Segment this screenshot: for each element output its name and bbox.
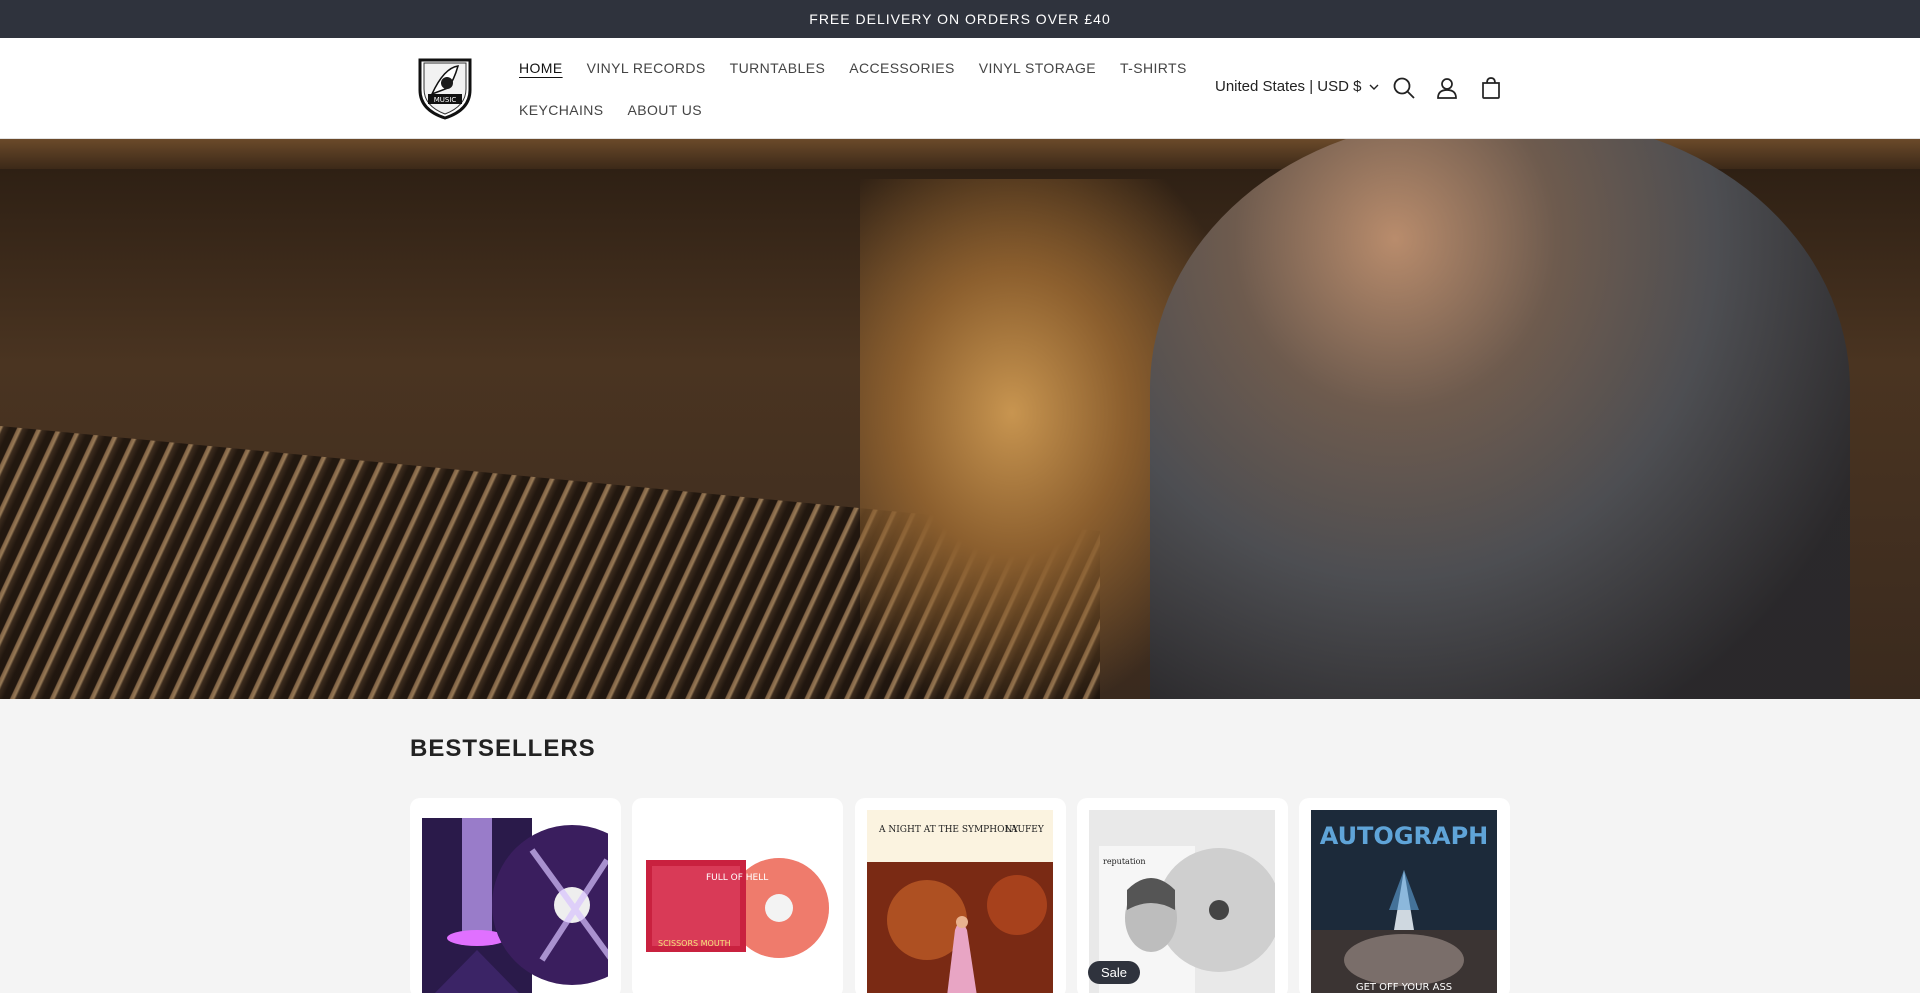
product-card[interactable]: FULL OF HELL SCISSORS MOUTH (632, 798, 843, 993)
search-icon[interactable] (1391, 75, 1417, 101)
product-3-artist: LAUFEY (1005, 825, 1045, 835)
logo-text: MUSIC (434, 96, 457, 104)
hero-man-silhouette (1150, 139, 1850, 699)
product-4-title: reputation (1103, 857, 1146, 866)
chevron-down-icon (1369, 78, 1379, 95)
product-card[interactable]: reputation Sale (1077, 798, 1288, 993)
bestsellers-heading: BESTSELLERS (410, 735, 596, 762)
country-currency-selector[interactable]: United States | USD $ (1215, 78, 1379, 95)
cart-icon[interactable] (1478, 75, 1504, 101)
product-card[interactable] (410, 798, 621, 993)
nav-t-shirts[interactable]: T-SHIRTS (1120, 58, 1187, 78)
product-image (422, 810, 621, 993)
nav-vinyl-storage[interactable]: VINYL STORAGE (979, 58, 1096, 78)
account-icon[interactable] (1434, 75, 1460, 101)
product-card[interactable]: A NIGHT AT THE SYMPHONY LAUFEY (855, 798, 1066, 993)
nav-vinyl-records[interactable]: VINYL RECORDS (587, 58, 706, 78)
announcement-text: FREE DELIVERY ON ORDERS OVER £40 (809, 11, 1111, 27)
country-currency-label: United States | USD $ (1215, 78, 1362, 95)
product-card[interactable]: AUTOGRAPH GET OFF YOUR ASS (1299, 798, 1510, 993)
main-nav-row-2: KEYCHAINS ABOUT US (519, 100, 702, 120)
product-3-title: A NIGHT AT THE SYMPHONY (878, 825, 1019, 835)
product-2-subtitle: SCISSORS MOUTH (658, 939, 731, 948)
nav-home[interactable]: HOME (519, 58, 563, 78)
sale-badge: Sale (1088, 961, 1141, 984)
site-header: MUSIC HOME VINYL RECORDS TURNTABLES ACCE… (0, 38, 1920, 139)
product-image: FULL OF HELL SCISSORS MOUTH (644, 810, 830, 993)
nav-keychains[interactable]: KEYCHAINS (519, 100, 604, 120)
announcement-bar: FREE DELIVERY ON ORDERS OVER £40 (0, 0, 1920, 38)
nav-turntables[interactable]: TURNTABLES (730, 58, 826, 78)
nav-about-us[interactable]: ABOUT US (628, 100, 703, 120)
product-5-title: AUTOGRAPH (1320, 822, 1489, 850)
product-5-subtitle: GET OFF YOUR ASS (1356, 982, 1452, 993)
nav-accessories[interactable]: ACCESSORIES (849, 58, 955, 78)
hero-banner-image[interactable] (0, 139, 1920, 699)
store-logo[interactable]: MUSIC (414, 54, 476, 120)
product-image: AUTOGRAPH GET OFF YOUR ASS (1311, 810, 1497, 993)
product-image: A NIGHT AT THE SYMPHONY LAUFEY (867, 810, 1053, 993)
product-2-title: FULL OF HELL (706, 873, 768, 883)
main-nav-row-1: HOME VINYL RECORDS TURNTABLES ACCESSORIE… (519, 58, 1187, 78)
